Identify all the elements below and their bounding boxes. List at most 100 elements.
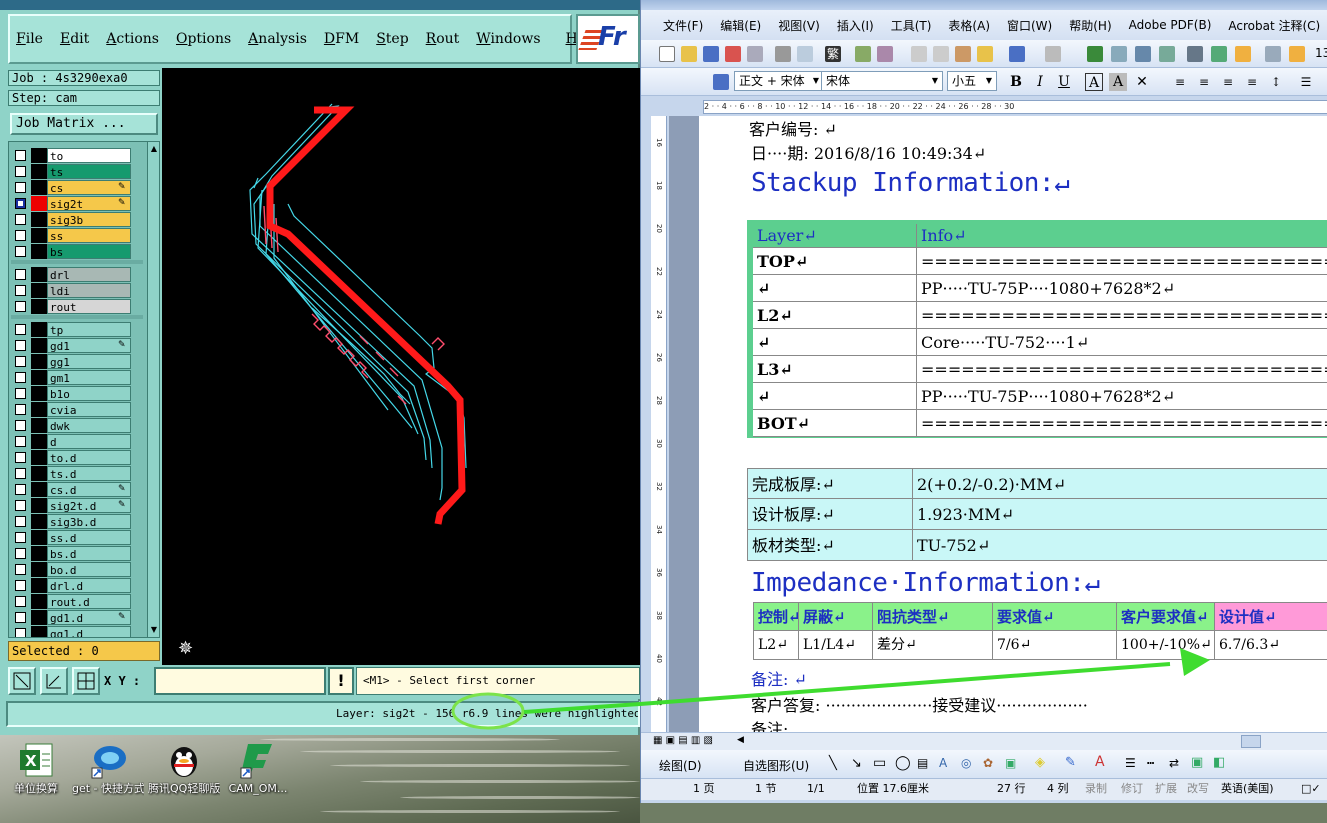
layer-checkbox[interactable] <box>15 285 26 296</box>
layer-row[interactable]: to.d <box>11 450 141 465</box>
layer-name[interactable]: drl.d <box>47 578 131 593</box>
layer-color-swatch[interactable] <box>31 450 47 465</box>
layer-row[interactable]: sig2t.d ✎ <box>11 498 141 513</box>
char-scale-button[interactable]: ✕ <box>1133 73 1151 91</box>
layer-color-swatch[interactable] <box>31 322 47 337</box>
layer-checkbox[interactable] <box>15 548 26 559</box>
horizontal-scrollbar[interactable]: ▦ ▣ ▤ ▥ ▧ ◀ <box>641 732 1327 750</box>
layer-row[interactable]: drl <box>11 267 141 282</box>
draw-menu[interactable]: 绘图(D) <box>659 757 702 774</box>
scroll-up-icon[interactable]: ▲ <box>149 143 159 155</box>
shadow-icon[interactable]: ▣ <box>1191 755 1203 770</box>
layer-checkbox[interactable] <box>15 150 26 161</box>
layer-checkbox[interactable] <box>15 388 26 399</box>
xy-input[interactable] <box>154 667 326 695</box>
measure-button[interactable] <box>40 667 68 695</box>
layer-row[interactable]: ts.d <box>11 466 141 481</box>
layer-row[interactable]: rout <box>11 299 141 314</box>
layer-name[interactable]: b1o <box>47 386 131 401</box>
insert-excel-icon[interactable] <box>1159 46 1175 62</box>
layer-name[interactable]: gg1 <box>47 354 131 369</box>
layer-checkbox[interactable] <box>15 301 26 312</box>
layer-color-swatch[interactable] <box>31 212 47 227</box>
layer-row[interactable]: gg1.d <box>11 626 141 637</box>
layer-row[interactable]: gd1 ✎ <box>11 338 141 353</box>
layer-color-swatch[interactable] <box>31 562 47 577</box>
layer-color-swatch[interactable] <box>31 283 47 298</box>
layer-name[interactable]: gg1.d <box>47 626 131 637</box>
format-painter-icon[interactable] <box>977 46 993 62</box>
layer-checkbox[interactable] <box>15 420 26 431</box>
layer-color-swatch[interactable] <box>31 466 47 481</box>
layer-row[interactable]: cs.d ✎ <box>11 482 141 497</box>
menu-edit[interactable]: 编辑(E) <box>720 17 761 34</box>
layer-checkbox[interactable] <box>15 452 26 463</box>
layer-color-swatch[interactable] <box>31 514 47 529</box>
hyperlink-icon[interactable] <box>1087 46 1103 62</box>
layer-row[interactable]: ts <box>11 164 141 179</box>
menu-insert[interactable]: 插入(I) <box>837 17 874 34</box>
layer-color-swatch[interactable] <box>31 267 47 282</box>
layer-checkbox[interactable] <box>15 269 26 280</box>
rectangle-icon[interactable]: ▭ <box>873 755 886 771</box>
autoshapes-menu[interactable]: 自选图形(U) <box>743 757 809 774</box>
open-folder-icon[interactable] <box>681 46 697 62</box>
layer-checkbox[interactable] <box>15 166 26 177</box>
layer-color-swatch[interactable] <box>31 610 47 625</box>
desktop-icon-excel[interactable]: X 单位换算 <box>0 740 72 796</box>
wordart-icon[interactable]: A <box>939 756 947 770</box>
desktop-icon-qq[interactable]: 腾讯QQ轻聊版 <box>148 740 220 796</box>
layer-name[interactable]: rout.d <box>47 594 131 609</box>
layer-name[interactable]: ss.d <box>47 530 131 545</box>
menu-view[interactable]: 视图(V) <box>778 17 820 34</box>
layer-checkbox[interactable] <box>15 324 26 335</box>
layer-checkbox[interactable] <box>15 628 26 637</box>
layer-name[interactable]: ts.d <box>47 466 131 481</box>
justify-icon[interactable]: ≡ <box>1243 73 1261 91</box>
menu-analysis[interactable]: Analysis <box>248 31 307 47</box>
scroll-left-icon[interactable]: ◀ <box>737 735 744 745</box>
layer-name[interactable]: ldi <box>47 283 131 298</box>
layer-color-swatch[interactable] <box>31 578 47 593</box>
desktop-icon-shortcut[interactable]: get - 快捷方式 <box>72 740 144 796</box>
layer-row[interactable]: gm1 <box>11 370 141 385</box>
layer-color-swatch[interactable] <box>31 530 47 545</box>
layer-name[interactable]: drl <box>47 267 131 282</box>
oval-icon[interactable]: ◯ <box>895 755 911 771</box>
layer-row[interactable]: d <box>11 434 141 449</box>
line-icon[interactable]: ╲ <box>829 756 837 771</box>
layer-color-swatch[interactable] <box>31 338 47 353</box>
menu-edit[interactable]: Edit <box>60 31 89 47</box>
layer-row[interactable]: cs ✎ <box>11 180 141 195</box>
layer-row[interactable]: bo.d <box>11 562 141 577</box>
zoom-window-button[interactable] <box>8 667 36 695</box>
italic-button[interactable]: I <box>1031 73 1049 91</box>
undo-icon[interactable] <box>1009 46 1025 62</box>
layer-row[interactable]: sig3b.d <box>11 514 141 529</box>
layer-row[interactable]: b1o <box>11 386 141 401</box>
layer-row[interactable]: dwk <box>11 418 141 433</box>
layer-name[interactable]: sig3b.d <box>47 514 131 529</box>
email-icon[interactable] <box>747 46 763 62</box>
document-page[interactable]: 客户编号: ↵ 日····期: 2016/8/16 10:49:34↵ Stac… <box>699 116 1327 732</box>
print-preview-icon[interactable] <box>797 46 813 62</box>
layer-row[interactable]: bs <box>11 244 141 259</box>
layer-checkbox[interactable] <box>15 340 26 351</box>
layer-color-swatch[interactable] <box>31 164 47 179</box>
layer-color-swatch[interactable] <box>31 418 47 433</box>
layer-checkbox[interactable] <box>15 484 26 495</box>
dash-style-icon[interactable]: ┅ <box>1147 756 1154 770</box>
layer-checkbox[interactable] <box>15 564 26 575</box>
layer-row[interactable]: rout.d <box>11 594 141 609</box>
styles-formatting-icon[interactable] <box>713 74 729 90</box>
menu-acrobat-comments[interactable]: Acrobat 注释(C) <box>1228 17 1320 34</box>
copy-icon[interactable] <box>933 46 949 62</box>
menu-actions[interactable]: Actions <box>106 31 159 47</box>
layer-color-swatch[interactable] <box>31 402 47 417</box>
menu-tools[interactable]: 工具(T) <box>891 17 932 34</box>
traditional-chinese-icon[interactable]: 繁 <box>825 46 841 62</box>
layer-name[interactable]: bs.d <box>47 546 131 561</box>
layer-color-swatch[interactable] <box>31 228 47 243</box>
layer-row[interactable]: gg1 <box>11 354 141 369</box>
numbering-icon[interactable]: ☰ <box>1297 73 1315 91</box>
